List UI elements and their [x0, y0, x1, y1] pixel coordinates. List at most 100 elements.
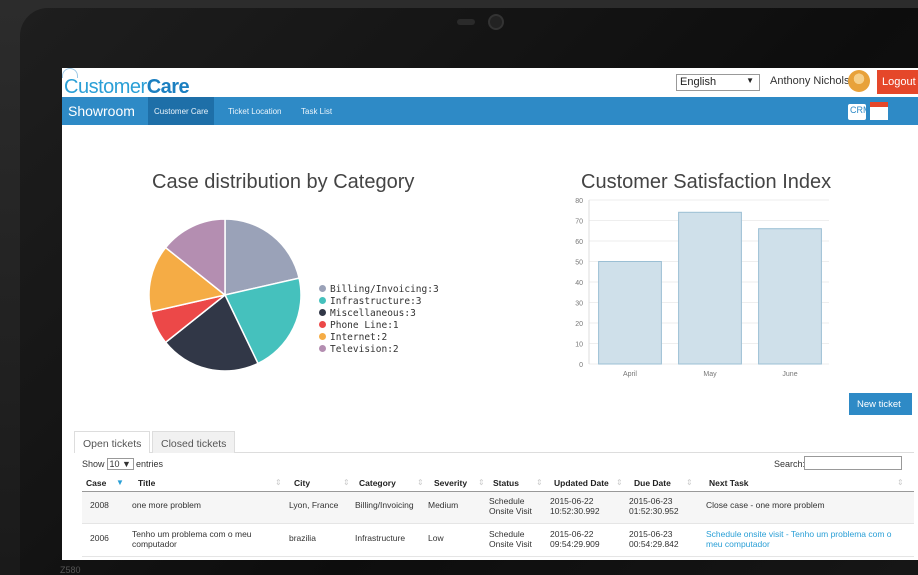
- title-line1: Tenho um problema com o meu: [132, 529, 252, 539]
- table-row[interactable]: 2006 Tenho um problema com o meu computad…: [82, 525, 914, 557]
- cell-city: brazilia: [289, 533, 316, 543]
- updated-date: 2015-06-22: [550, 496, 594, 506]
- tablet-device: Z580 CustomerCare English ▼ Anthony Nicho…: [0, 0, 918, 575]
- nav-item-customer-care[interactable]: Customer Care: [148, 97, 215, 125]
- users-icon-label: CRM: [850, 105, 871, 115]
- due-time: 01:52:30.952: [629, 506, 679, 516]
- brand-link[interactable]: Showroom: [68, 103, 135, 119]
- legend-swatch: [319, 297, 326, 304]
- legend-label: Phone Line:1: [330, 320, 399, 331]
- show-label: Show: [82, 459, 105, 469]
- sort-icon[interactable]: ⇕: [478, 478, 485, 487]
- due-time: 00:54:29.842: [629, 539, 679, 549]
- col-case[interactable]: Case: [86, 478, 106, 488]
- y-tick-label: 20: [575, 321, 583, 328]
- x-tick-label: April: [623, 371, 637, 378]
- sort-desc-icon[interactable]: ▼: [116, 478, 124, 487]
- sensor-icon: [457, 19, 475, 25]
- search-input[interactable]: [804, 456, 902, 470]
- task-line1: Schedule onsite visit - Tenho um problem…: [706, 529, 892, 539]
- legend-swatch: [319, 321, 326, 328]
- due-date: 2015-06-23: [629, 496, 673, 506]
- nav-bar: Showroom Customer Care Ticket Location T…: [62, 97, 918, 125]
- legend-swatch: [319, 345, 326, 352]
- cell-status: Schedule Onsite Visit: [489, 529, 532, 549]
- y-tick-label: 70: [575, 219, 583, 226]
- user-name[interactable]: Anthony Nichols: [770, 75, 850, 87]
- device-model-label: Z580: [60, 565, 81, 575]
- col-title[interactable]: Title: [138, 478, 155, 488]
- legend-item[interactable]: Phone Line:1: [319, 320, 439, 332]
- bar-chart-title: Customer Satisfaction Index: [581, 171, 832, 193]
- cell-due: 2015-06-23 01:52:30.952: [629, 496, 679, 516]
- nav-item-ticket-location[interactable]: Ticket Location: [222, 97, 288, 125]
- sort-icon[interactable]: ⇕: [417, 478, 424, 487]
- x-tick-label: May: [703, 371, 717, 378]
- y-tick-label: 10: [575, 342, 583, 349]
- tab-open-tickets[interactable]: Open tickets: [74, 431, 151, 453]
- users-icon[interactable]: CRM: [848, 104, 871, 120]
- legend-swatch: [319, 309, 326, 316]
- avatar[interactable]: [848, 70, 870, 92]
- logo-part2: Care: [146, 76, 190, 98]
- task-line2: meu computador: [706, 539, 770, 549]
- pie-chart: [148, 218, 302, 372]
- sort-icon[interactable]: ⇕: [897, 478, 904, 487]
- bar-june[interactable]: [758, 228, 822, 365]
- cell-due: 2015-06-23 00:54:29.842: [629, 529, 679, 549]
- bar-may[interactable]: [678, 211, 742, 365]
- col-next-task[interactable]: Next Task: [709, 478, 749, 488]
- legend-item[interactable]: Miscellaneous:3: [319, 308, 439, 320]
- cell-next-task-link[interactable]: Schedule onsite visit - Tenho um problem…: [706, 529, 892, 549]
- bar-chart: 0 10 20 30 40 50 60 70 80 April May June: [575, 198, 829, 378]
- y-tick-label: 30: [575, 301, 583, 308]
- language-select[interactable]: English ▼: [676, 74, 760, 91]
- sort-icon[interactable]: ⇕: [536, 478, 543, 487]
- top-bar: CustomerCare English ▼ Anthony Nichols Lo…: [62, 68, 918, 99]
- status-line1: Schedule: [489, 529, 525, 539]
- col-category[interactable]: Category: [359, 478, 396, 488]
- table-row[interactable]: 2008 one more problem Lyon, France Billi…: [82, 492, 914, 524]
- cell-updated: 2015-06-22 09:54:29.909: [550, 529, 600, 549]
- legend-item[interactable]: Infrastructure:3: [319, 296, 439, 308]
- sort-icon[interactable]: ⇕: [686, 478, 693, 487]
- y-tick-label: 60: [575, 239, 583, 246]
- camera-icon: [488, 14, 504, 30]
- col-updated-date[interactable]: Updated Date: [554, 478, 609, 488]
- logout-button[interactable]: Logout: [877, 70, 918, 94]
- bar-april[interactable]: [598, 261, 662, 365]
- legend-item[interactable]: Internet:2: [319, 332, 439, 344]
- calendar-icon[interactable]: [870, 102, 888, 120]
- col-due-date[interactable]: Due Date: [634, 478, 671, 488]
- legend-swatch: [319, 285, 326, 292]
- table-header: Case ▼ Title ⇕ City ⇕ Category ⇕ Severit…: [82, 472, 914, 492]
- page-size-select[interactable]: 10 ▼: [106, 458, 134, 470]
- pie-legend: Billing/Invoicing:3 Infrastructure:3 Misce…: [319, 284, 439, 356]
- tab-closed-tickets[interactable]: Closed tickets: [152, 431, 236, 453]
- y-tick-label: 50: [575, 260, 583, 267]
- cell-title: one more problem: [132, 500, 201, 510]
- cell-next-task: Close case - one more problem: [706, 500, 825, 510]
- due-date: 2015-06-23: [629, 529, 673, 539]
- app-logo[interactable]: CustomerCare: [64, 76, 190, 99]
- sort-icon[interactable]: ⇕: [343, 478, 350, 487]
- cell-updated: 2015-06-22 10:52:30.992: [550, 496, 600, 516]
- sort-icon[interactable]: ⇕: [616, 478, 623, 487]
- legend-label: Billing/Invoicing:3: [330, 284, 439, 295]
- page-size-value: 10: [109, 459, 120, 469]
- cell-severity: Medium: [428, 500, 459, 510]
- col-city[interactable]: City: [294, 478, 310, 488]
- new-ticket-button[interactable]: New ticket: [849, 393, 912, 415]
- logo-part1: Customer: [64, 76, 147, 98]
- col-severity[interactable]: Severity: [434, 478, 467, 488]
- nav-item-task-list[interactable]: Task List: [295, 97, 338, 125]
- cell-category: Infrastructure: [355, 533, 406, 543]
- col-status[interactable]: Status: [493, 478, 519, 488]
- updated-time: 10:52:30.992: [550, 506, 600, 516]
- updated-time: 09:54:29.909: [550, 539, 600, 549]
- legend-item[interactable]: Billing/Invoicing:3: [319, 284, 439, 296]
- sort-icon[interactable]: ⇕: [275, 478, 282, 487]
- legend-item[interactable]: Television:2: [319, 344, 439, 356]
- legend-label: Television:2: [330, 344, 399, 355]
- dropdown-arrow-icon: ▼: [746, 76, 754, 85]
